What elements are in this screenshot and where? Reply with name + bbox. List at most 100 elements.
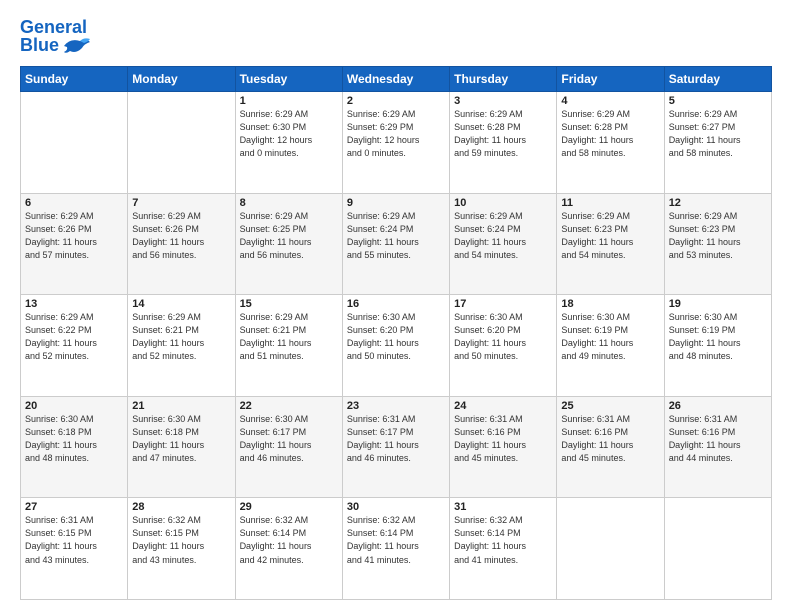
day-info: Sunrise: 6:32 AM Sunset: 6:14 PM Dayligh… [240,514,338,566]
day-number: 26 [669,400,767,412]
calendar-cell: 13Sunrise: 6:29 AM Sunset: 6:22 PM Dayli… [21,295,128,397]
logo: General Blue [20,18,92,56]
calendar-cell: 9Sunrise: 6:29 AM Sunset: 6:24 PM Daylig… [342,193,449,295]
calendar-cell [557,498,664,600]
day-number: 16 [347,298,445,310]
day-info: Sunrise: 6:30 AM Sunset: 6:20 PM Dayligh… [347,311,445,363]
day-info: Sunrise: 6:29 AM Sunset: 6:24 PM Dayligh… [347,210,445,262]
calendar-table: SundayMondayTuesdayWednesdayThursdayFrid… [20,66,772,600]
calendar-cell: 14Sunrise: 6:29 AM Sunset: 6:21 PM Dayli… [128,295,235,397]
day-number: 23 [347,400,445,412]
calendar-cell: 15Sunrise: 6:29 AM Sunset: 6:21 PM Dayli… [235,295,342,397]
weekday-header-tuesday: Tuesday [235,67,342,92]
day-info: Sunrise: 6:29 AM Sunset: 6:28 PM Dayligh… [454,108,552,160]
week-row-4: 27Sunrise: 6:31 AM Sunset: 6:15 PM Dayli… [21,498,772,600]
day-number: 30 [347,501,445,513]
day-number: 10 [454,197,552,209]
calendar-cell: 23Sunrise: 6:31 AM Sunset: 6:17 PM Dayli… [342,396,449,498]
day-info: Sunrise: 6:29 AM Sunset: 6:24 PM Dayligh… [454,210,552,262]
day-info: Sunrise: 6:31 AM Sunset: 6:17 PM Dayligh… [347,413,445,465]
calendar-cell: 3Sunrise: 6:29 AM Sunset: 6:28 PM Daylig… [450,92,557,194]
calendar-cell: 19Sunrise: 6:30 AM Sunset: 6:19 PM Dayli… [664,295,771,397]
calendar-cell: 5Sunrise: 6:29 AM Sunset: 6:27 PM Daylig… [664,92,771,194]
day-info: Sunrise: 6:32 AM Sunset: 6:14 PM Dayligh… [454,514,552,566]
day-number: 8 [240,197,338,209]
day-number: 20 [25,400,123,412]
day-info: Sunrise: 6:31 AM Sunset: 6:16 PM Dayligh… [454,413,552,465]
day-info: Sunrise: 6:31 AM Sunset: 6:16 PM Dayligh… [669,413,767,465]
day-info: Sunrise: 6:30 AM Sunset: 6:19 PM Dayligh… [669,311,767,363]
day-info: Sunrise: 6:30 AM Sunset: 6:19 PM Dayligh… [561,311,659,363]
day-number: 3 [454,95,552,107]
day-info: Sunrise: 6:30 AM Sunset: 6:17 PM Dayligh… [240,413,338,465]
calendar-cell: 27Sunrise: 6:31 AM Sunset: 6:15 PM Dayli… [21,498,128,600]
calendar-cell: 24Sunrise: 6:31 AM Sunset: 6:16 PM Dayli… [450,396,557,498]
day-info: Sunrise: 6:32 AM Sunset: 6:15 PM Dayligh… [132,514,230,566]
page: General Blue SundayMondayTuesdayWednesda… [0,0,792,612]
day-info: Sunrise: 6:29 AM Sunset: 6:27 PM Dayligh… [669,108,767,160]
weekday-header-monday: Monday [128,67,235,92]
day-info: Sunrise: 6:29 AM Sunset: 6:28 PM Dayligh… [561,108,659,160]
day-info: Sunrise: 6:29 AM Sunset: 6:21 PM Dayligh… [132,311,230,363]
day-number: 24 [454,400,552,412]
header: General Blue [20,18,772,56]
calendar-cell: 28Sunrise: 6:32 AM Sunset: 6:15 PM Dayli… [128,498,235,600]
day-number: 14 [132,298,230,310]
day-number: 5 [669,95,767,107]
calendar-cell: 17Sunrise: 6:30 AM Sunset: 6:20 PM Dayli… [450,295,557,397]
calendar-cell: 30Sunrise: 6:32 AM Sunset: 6:14 PM Dayli… [342,498,449,600]
calendar-cell [21,92,128,194]
day-number: 31 [454,501,552,513]
calendar-cell [128,92,235,194]
day-number: 2 [347,95,445,107]
day-number: 6 [25,197,123,209]
day-info: Sunrise: 6:29 AM Sunset: 6:21 PM Dayligh… [240,311,338,363]
day-info: Sunrise: 6:29 AM Sunset: 6:29 PM Dayligh… [347,108,445,160]
day-info: Sunrise: 6:31 AM Sunset: 6:16 PM Dayligh… [561,413,659,465]
calendar-cell: 8Sunrise: 6:29 AM Sunset: 6:25 PM Daylig… [235,193,342,295]
day-number: 7 [132,197,230,209]
day-info: Sunrise: 6:30 AM Sunset: 6:18 PM Dayligh… [132,413,230,465]
day-number: 25 [561,400,659,412]
calendar-cell: 21Sunrise: 6:30 AM Sunset: 6:18 PM Dayli… [128,396,235,498]
calendar-cell: 7Sunrise: 6:29 AM Sunset: 6:26 PM Daylig… [128,193,235,295]
logo-general: General [20,18,92,36]
calendar-cell: 31Sunrise: 6:32 AM Sunset: 6:14 PM Dayli… [450,498,557,600]
logo-bird-icon [62,36,92,56]
calendar-cell: 1Sunrise: 6:29 AM Sunset: 6:30 PM Daylig… [235,92,342,194]
weekday-header-friday: Friday [557,67,664,92]
day-info: Sunrise: 6:29 AM Sunset: 6:30 PM Dayligh… [240,108,338,160]
week-row-3: 20Sunrise: 6:30 AM Sunset: 6:18 PM Dayli… [21,396,772,498]
day-info: Sunrise: 6:32 AM Sunset: 6:14 PM Dayligh… [347,514,445,566]
weekday-header-row: SundayMondayTuesdayWednesdayThursdayFrid… [21,67,772,92]
calendar-cell: 25Sunrise: 6:31 AM Sunset: 6:16 PM Dayli… [557,396,664,498]
calendar-cell: 6Sunrise: 6:29 AM Sunset: 6:26 PM Daylig… [21,193,128,295]
calendar-cell: 10Sunrise: 6:29 AM Sunset: 6:24 PM Dayli… [450,193,557,295]
week-row-0: 1Sunrise: 6:29 AM Sunset: 6:30 PM Daylig… [21,92,772,194]
day-info: Sunrise: 6:29 AM Sunset: 6:22 PM Dayligh… [25,311,123,363]
calendar-cell: 4Sunrise: 6:29 AM Sunset: 6:28 PM Daylig… [557,92,664,194]
calendar-cell: 18Sunrise: 6:30 AM Sunset: 6:19 PM Dayli… [557,295,664,397]
weekday-header-thursday: Thursday [450,67,557,92]
day-info: Sunrise: 6:29 AM Sunset: 6:23 PM Dayligh… [561,210,659,262]
calendar-cell: 16Sunrise: 6:30 AM Sunset: 6:20 PM Dayli… [342,295,449,397]
calendar-cell: 20Sunrise: 6:30 AM Sunset: 6:18 PM Dayli… [21,396,128,498]
weekday-header-sunday: Sunday [21,67,128,92]
calendar-cell: 11Sunrise: 6:29 AM Sunset: 6:23 PM Dayli… [557,193,664,295]
day-info: Sunrise: 6:30 AM Sunset: 6:18 PM Dayligh… [25,413,123,465]
day-info: Sunrise: 6:29 AM Sunset: 6:26 PM Dayligh… [25,210,123,262]
day-number: 17 [454,298,552,310]
day-info: Sunrise: 6:29 AM Sunset: 6:23 PM Dayligh… [669,210,767,262]
day-number: 29 [240,501,338,513]
day-number: 11 [561,197,659,209]
logo-blue: Blue [20,36,92,56]
week-row-2: 13Sunrise: 6:29 AM Sunset: 6:22 PM Dayli… [21,295,772,397]
day-info: Sunrise: 6:29 AM Sunset: 6:25 PM Dayligh… [240,210,338,262]
calendar-cell: 2Sunrise: 6:29 AM Sunset: 6:29 PM Daylig… [342,92,449,194]
day-number: 27 [25,501,123,513]
calendar-cell: 12Sunrise: 6:29 AM Sunset: 6:23 PM Dayli… [664,193,771,295]
day-number: 28 [132,501,230,513]
calendar-cell: 26Sunrise: 6:31 AM Sunset: 6:16 PM Dayli… [664,396,771,498]
day-number: 12 [669,197,767,209]
day-number: 19 [669,298,767,310]
